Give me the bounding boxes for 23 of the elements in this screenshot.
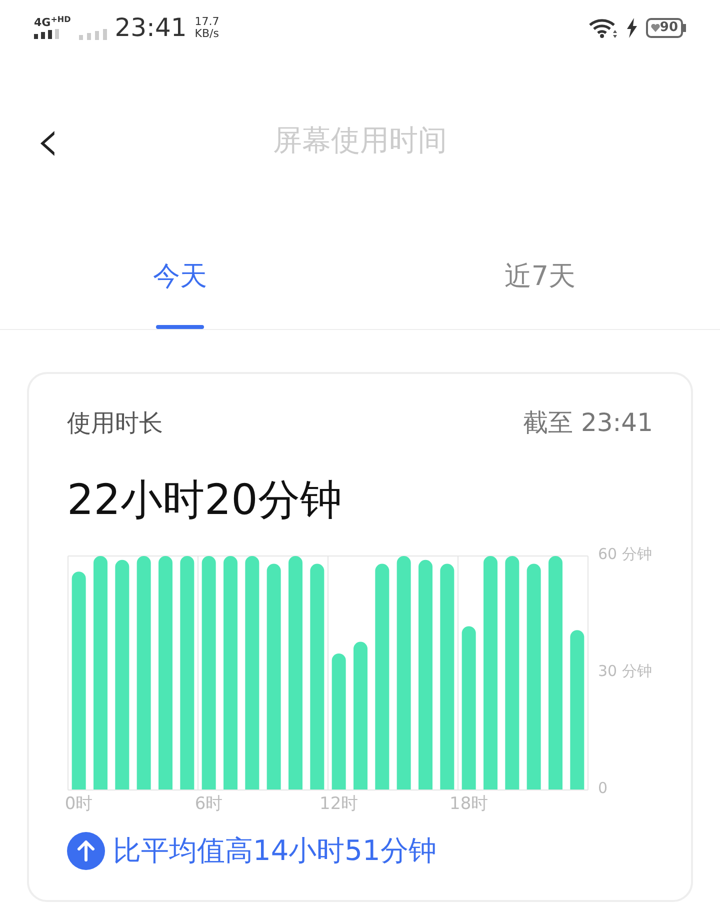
signal-icon — [34, 28, 60, 39]
network-type: 4G$^{+HD}$ — [34, 17, 71, 29]
clock-time: 23:41 — [114, 12, 187, 44]
y-axis-label: 0 — [598, 780, 608, 796]
comparison-text: 比平均值高14小时51分钟 — [113, 832, 436, 868]
speed-unit: KB/s — [194, 28, 220, 40]
network-speed: 17.7 — [194, 16, 220, 28]
signal-icon — [78, 29, 107, 40]
y-axis-label: 60 分钟 — [598, 546, 652, 562]
total-usage: 22小时20分钟 — [67, 474, 343, 526]
back-button[interactable]: ‹ — [26, 111, 70, 171]
as-of-time: 截至 23:41 — [523, 407, 653, 439]
charging-icon — [626, 18, 638, 38]
wifi-icon — [588, 17, 618, 39]
x-axis-label: 6时 — [194, 796, 223, 812]
y-axis-label: 30 分钟 — [598, 664, 652, 678]
x-axis-label: 12时 — [320, 796, 358, 812]
x-axis-label: 0时 — [64, 796, 93, 812]
x-axis-label: 18时 — [450, 796, 488, 812]
tab[interactable]: 近7天 — [360, 226, 720, 329]
card-label: 使用时长 — [67, 408, 163, 439]
tab[interactable]: 今天 — [0, 226, 360, 329]
battery-icon: 90 — [646, 18, 686, 38]
